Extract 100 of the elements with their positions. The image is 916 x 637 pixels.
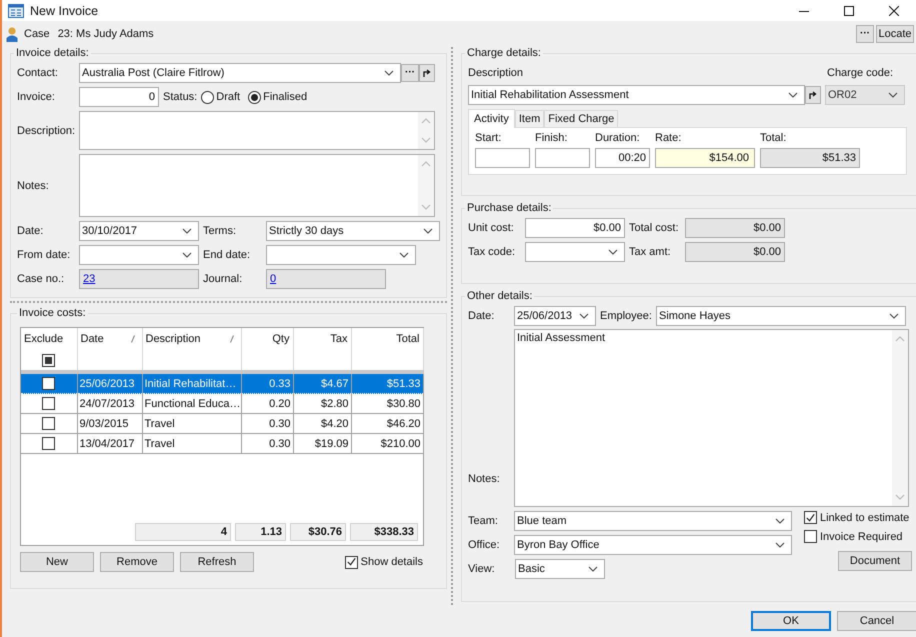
close-icon <box>888 6 898 16</box>
input-field[interactable] <box>475 148 530 168</box>
table-cell: $210.00 <box>380 438 420 450</box>
team-dropdown[interactable]: Blue team <box>514 511 792 531</box>
arrow-icon <box>422 68 432 78</box>
column-header[interactable]: Total <box>351 328 423 350</box>
field-label: Terms: <box>202 225 237 237</box>
contact-dropdown[interactable]: Australia Post (Claire Fitlrow) <box>79 63 401 83</box>
chevron-icon <box>423 228 433 234</box>
open-record-button[interactable] <box>805 86 821 104</box>
field-label: Finish: <box>535 132 568 146</box>
notes-field[interactable]: Initial Assessment <box>514 329 909 507</box>
chevron-icon <box>888 92 898 98</box>
scroll-up-icon[interactable] <box>421 118 431 124</box>
exclude-checkbox[interactable] <box>42 437 56 450</box>
tab[interactable]: Activity <box>468 109 515 128</box>
date-picker[interactable] <box>79 245 199 265</box>
view-dropdown[interactable]: Basic <box>515 559 605 579</box>
open-record-button[interactable] <box>419 64 435 82</box>
invoice-number-field[interactable]: 0 <box>79 87 159 107</box>
date-picker[interactable]: 25/06/2013 <box>514 306 596 326</box>
checkbox[interactable]: Show details <box>344 556 423 568</box>
column-header[interactable]: Tax <box>293 328 351 350</box>
input-field: $51.33 <box>760 148 860 168</box>
case-link[interactable]: 23 <box>83 273 96 285</box>
field-label: Unit cost: <box>468 222 515 234</box>
journal-link[interactable]: 0 <box>270 273 276 285</box>
table-row[interactable]: 13/04/2017 Travel 0.30 $19.09 $210.00 <box>21 434 423 454</box>
field-label: Notes: <box>468 473 501 487</box>
field-label: Journal: <box>202 273 244 285</box>
total-cell: 1.13 <box>235 523 286 541</box>
field-label: Date: <box>17 225 44 237</box>
unit-cost-field[interactable]: $0.00 <box>525 218 625 238</box>
locate-button[interactable]: Locate <box>876 25 914 43</box>
checkbox[interactable]: Invoice Required <box>804 530 903 543</box>
date-picker[interactable]: 30/10/2017 <box>79 221 199 241</box>
table-cell: $30.80 <box>386 398 420 410</box>
field-label: Office: <box>468 539 501 551</box>
field-label: View: <box>468 563 496 575</box>
table-cell: Travel <box>144 418 175 430</box>
sort-icon <box>130 335 134 343</box>
description-dropdown[interactable]: Initial Rehabilitation Assessment <box>468 85 805 105</box>
column-header[interactable]: Description <box>142 328 241 350</box>
column-header[interactable]: Date <box>77 328 142 350</box>
chevron-icon <box>399 252 409 258</box>
chevron-icon <box>775 542 785 548</box>
field-label: Start: <box>475 132 502 146</box>
input-field[interactable] <box>535 148 590 168</box>
terms-dropdown[interactable]: Strictly 30 days <box>266 221 440 241</box>
checkbox[interactable]: Linked to estimate <box>804 511 910 524</box>
checkmark-icon <box>346 556 357 568</box>
tab[interactable]: Item <box>514 110 544 127</box>
action-button[interactable]: New <box>20 552 94 572</box>
scroll-up-icon[interactable] <box>421 161 431 167</box>
document-button[interactable]: Document <box>838 551 912 571</box>
description-field[interactable] <box>79 111 435 150</box>
total-cost-field: $0.00 <box>685 218 785 238</box>
sort-icon <box>230 335 234 343</box>
table-cell: 24/07/2013 <box>80 398 135 410</box>
employee-dropdown[interactable]: Simone Hayes <box>656 306 906 326</box>
dialog-button[interactable]: Cancel <box>837 611 916 631</box>
action-button[interactable]: Remove <box>100 552 174 572</box>
select-all-checkbox[interactable] <box>42 354 56 367</box>
field-label: Duration: <box>595 132 640 146</box>
group-title: Invoice details: <box>15 47 90 59</box>
radio-button[interactable]: Finalised <box>248 90 308 104</box>
field-label: Description: <box>17 124 76 136</box>
table-row[interactable]: 9/03/2015 Travel 0.30 $4.20 $46.20 <box>21 414 423 434</box>
dialog-button[interactable]: OK <box>751 611 831 631</box>
exclude-checkbox[interactable] <box>42 377 56 390</box>
scroll-down-icon[interactable] <box>421 204 431 210</box>
table-cell: $46.20 <box>386 418 420 430</box>
tax-code-dropdown[interactable] <box>525 242 625 262</box>
office-dropdown[interactable]: Byron Bay Office <box>514 535 792 555</box>
column-header[interactable]: Qty <box>241 328 293 350</box>
form-icon <box>8 4 24 18</box>
table-row[interactable]: 24/07/2013 Functional Educa… 0.20 $2.80 $30.80 <box>21 394 423 414</box>
input-field[interactable]: $154.00 <box>655 148 755 168</box>
table-cell: $19.09 <box>314 438 348 450</box>
date-picker[interactable] <box>266 245 416 265</box>
notes-field[interactable] <box>79 154 435 217</box>
table-cell: 25/06/2013 <box>80 378 135 390</box>
exclude-checkbox[interactable] <box>42 417 56 430</box>
scroll-up-icon[interactable] <box>895 336 905 342</box>
more-button[interactable]: ··· <box>401 64 419 82</box>
column-header[interactable]: Exclude <box>21 328 77 350</box>
action-button[interactable]: Refresh <box>180 552 254 572</box>
field-label: Team: <box>468 515 499 527</box>
radio-button[interactable]: Draft <box>201 90 240 104</box>
input-field[interactable]: 00:20 <box>595 148 650 168</box>
group-title: Other details: <box>466 290 534 302</box>
field-label: Total cost: <box>628 222 680 234</box>
scroll-down-icon[interactable] <box>895 494 905 500</box>
table-row[interactable]: 25/06/2013 Initial Rehabilitat… 0.33 $4.67 $51.33 <box>21 372 423 394</box>
tab[interactable]: Fixed Charge <box>544 110 618 127</box>
window-title: New Invoice <box>30 4 98 18</box>
more-button[interactable]: ··· <box>856 25 874 43</box>
field-label: Rate: <box>655 132 682 146</box>
exclude-checkbox[interactable] <box>42 397 56 410</box>
scroll-down-icon[interactable] <box>421 137 431 143</box>
